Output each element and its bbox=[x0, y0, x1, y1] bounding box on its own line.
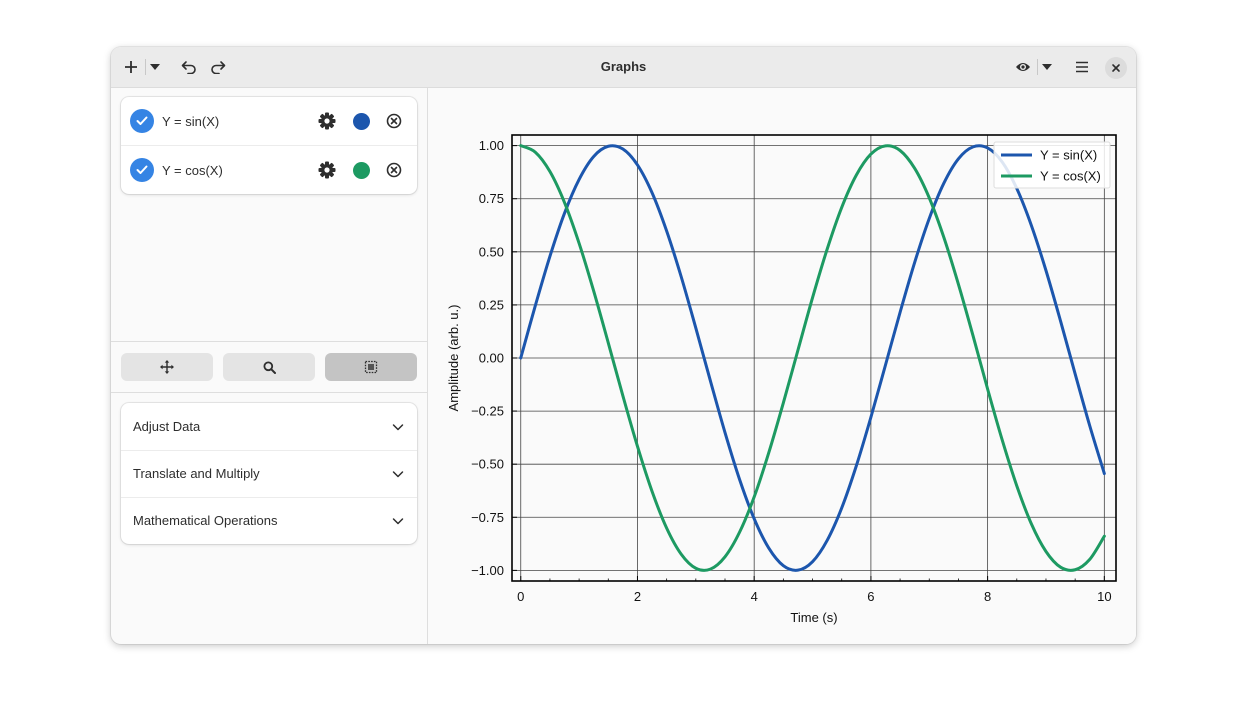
section-separator bbox=[111, 392, 427, 393]
move-icon bbox=[160, 360, 174, 374]
x-tick-label: 10 bbox=[1097, 589, 1111, 604]
y-tick-label: −1.00 bbox=[471, 563, 504, 578]
x-tick-label: 8 bbox=[984, 589, 991, 604]
checkmark-icon bbox=[136, 165, 148, 174]
equation-toggle-checkbox[interactable] bbox=[130, 109, 154, 133]
y-tick-labels: 1.00 0.75 0.50 0.25 0.00 −0.25 −0.50 −0.75 −1.00 bbox=[471, 138, 504, 578]
y-axis-label: Amplitude (arb. u.) bbox=[446, 305, 461, 412]
x-tick-label: 4 bbox=[751, 589, 758, 604]
undo-icon bbox=[181, 61, 196, 74]
y-tick-label: 0.00 bbox=[479, 351, 504, 366]
close-icon bbox=[1112, 64, 1120, 72]
equation-label: Y = cos(X) bbox=[162, 162, 223, 178]
window-title: Graphs bbox=[600, 59, 647, 74]
x-axis-label: Time (s) bbox=[790, 610, 837, 625]
plot-canvas[interactable]: 0 2 4 6 8 10 1.00 0.75 0.50 0.25 0.00 −0.25 −0.50 −0… bbox=[428, 88, 1136, 644]
line-chart: 0 2 4 6 8 10 1.00 0.75 0.50 0.25 0.00 −0.25 −0.50 −0… bbox=[446, 134, 1117, 625]
chevron-down-icon bbox=[150, 64, 160, 70]
y-tick-label: −0.50 bbox=[471, 457, 504, 472]
equation-item: Y = sin(X) bbox=[121, 97, 417, 145]
button-divider bbox=[145, 59, 146, 75]
y-tick-label: −0.75 bbox=[471, 510, 504, 525]
add-equation-button[interactable] bbox=[121, 53, 141, 81]
expander-translate-multiply[interactable]: Translate and Multiply bbox=[121, 450, 417, 497]
chevron-down-icon bbox=[392, 470, 404, 477]
legend: Y = sin(X) Y = cos(X) bbox=[993, 141, 1111, 189]
close-button[interactable] bbox=[1105, 57, 1127, 79]
redo-button[interactable] bbox=[206, 53, 230, 81]
remove-icon[interactable] bbox=[386, 162, 402, 178]
select-tool-button[interactable] bbox=[325, 353, 417, 381]
section-separator bbox=[111, 341, 427, 342]
main-menu-button[interactable] bbox=[1070, 53, 1094, 81]
color-swatch-button[interactable] bbox=[353, 112, 370, 130]
header-bar: Graphs bbox=[111, 47, 1136, 88]
remove-icon[interactable] bbox=[386, 113, 402, 129]
color-swatch-button[interactable] bbox=[353, 161, 370, 179]
y-tick-label: −0.25 bbox=[471, 404, 504, 419]
zoom-tool-button[interactable] bbox=[223, 353, 315, 381]
chevron-down-icon bbox=[1042, 64, 1052, 70]
x-tick-label: 6 bbox=[867, 589, 874, 604]
plus-icon bbox=[125, 61, 137, 73]
redo-icon bbox=[211, 61, 226, 74]
expander-label: Translate and Multiply bbox=[133, 466, 260, 481]
gear-icon[interactable] bbox=[318, 161, 336, 179]
view-button[interactable] bbox=[1013, 53, 1033, 81]
x-tick-label: 2 bbox=[634, 589, 641, 604]
legend-entry-sin: Y = sin(X) bbox=[1040, 148, 1097, 163]
sidebar: Y = sin(X) Y = cos(X) Adjust Data Transl… bbox=[111, 88, 427, 644]
y-tick-label: 0.25 bbox=[479, 297, 504, 312]
gear-icon[interactable] bbox=[318, 112, 336, 130]
undo-button[interactable] bbox=[177, 53, 201, 81]
checkmark-icon bbox=[136, 116, 148, 125]
pan-tool-button[interactable] bbox=[121, 353, 213, 381]
equation-label: Y = sin(X) bbox=[162, 113, 220, 129]
x-tick-label: 0 bbox=[517, 589, 524, 604]
hamburger-icon bbox=[1076, 61, 1088, 73]
chevron-down-icon bbox=[392, 517, 404, 524]
y-tick-label: 0.50 bbox=[479, 244, 504, 259]
eye-icon bbox=[1016, 63, 1030, 71]
equation-toggle-checkbox[interactable] bbox=[130, 158, 154, 182]
equation-item: Y = cos(X) bbox=[121, 146, 417, 194]
app-window: Graphs Y = sin(X) Y = cos(X) Adjust Data… bbox=[111, 47, 1136, 644]
y-tick-label: 0.75 bbox=[479, 191, 504, 206]
equation-list: Y = sin(X) Y = cos(X) bbox=[121, 97, 417, 194]
view-menu-button[interactable] bbox=[1039, 53, 1055, 81]
operations-list: Adjust Data Translate and Multiply Mathe… bbox=[121, 403, 417, 544]
expander-label: Mathematical Operations bbox=[133, 513, 278, 528]
select-icon bbox=[364, 360, 378, 374]
expander-mathematical-operations[interactable]: Mathematical Operations bbox=[121, 497, 417, 544]
add-menu-button[interactable] bbox=[147, 53, 163, 81]
y-tick-label: 1.00 bbox=[479, 138, 504, 153]
expander-adjust-data[interactable]: Adjust Data bbox=[121, 403, 417, 450]
expander-label: Adjust Data bbox=[133, 419, 201, 434]
x-tick-labels: 0 2 4 6 8 10 bbox=[517, 589, 1111, 604]
chevron-down-icon bbox=[392, 423, 404, 430]
legend-entry-cos: Y = cos(X) bbox=[1040, 169, 1101, 184]
button-divider bbox=[1037, 59, 1038, 75]
search-icon bbox=[263, 361, 276, 374]
